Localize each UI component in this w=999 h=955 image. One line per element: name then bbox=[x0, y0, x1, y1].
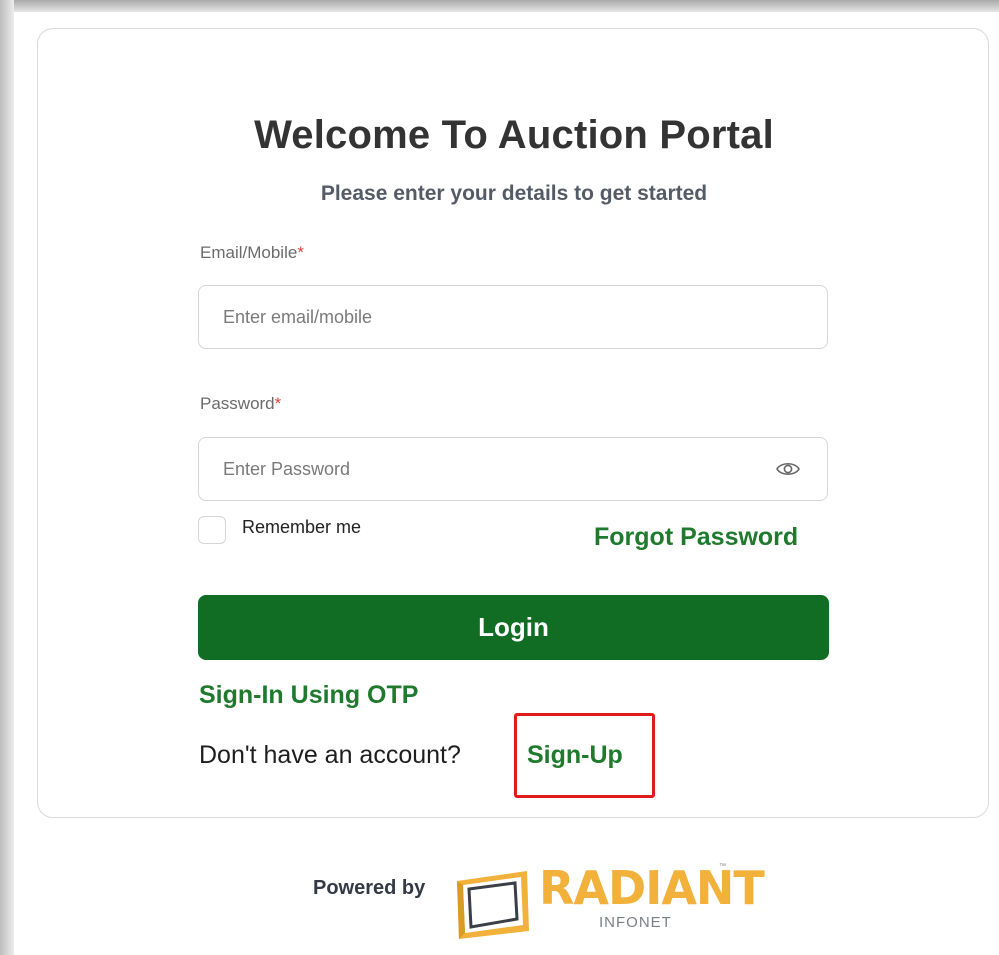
password-input[interactable] bbox=[199, 438, 759, 500]
logo-trademark: ™ bbox=[719, 863, 726, 870]
window-frame-top bbox=[0, 0, 999, 12]
password-label-text: Password bbox=[200, 394, 275, 413]
forgot-password-link[interactable]: Forgot Password bbox=[594, 523, 798, 552]
password-field-container bbox=[198, 437, 828, 501]
radiant-infonet-logo: RADIANT INFONET ™ bbox=[449, 861, 765, 947]
email-label: Email/Mobile* bbox=[200, 243, 304, 263]
email-label-text: Email/Mobile bbox=[200, 243, 298, 262]
page-subtitle: Please enter your details to get started bbox=[320, 182, 708, 205]
sign-up-link[interactable]: Sign-Up bbox=[527, 741, 623, 770]
logo-text: RADIANT bbox=[539, 861, 765, 915]
page-title: Welcome To Auction Portal bbox=[254, 113, 774, 157]
login-button[interactable]: Login bbox=[198, 595, 829, 660]
powered-by-text: Powered by bbox=[313, 877, 426, 899]
sign-in-otp-link[interactable]: Sign-In Using OTP bbox=[199, 681, 418, 710]
email-input[interactable] bbox=[199, 286, 759, 348]
password-required-mark: * bbox=[274, 394, 282, 413]
email-required-mark: * bbox=[297, 243, 304, 262]
radiant-logo-mark-icon bbox=[457, 871, 529, 939]
no-account-text: Don't have an account? bbox=[199, 741, 461, 769]
logo-subtext: INFONET bbox=[599, 914, 672, 931]
eye-icon[interactable] bbox=[775, 458, 801, 480]
email-field-container bbox=[198, 285, 828, 349]
password-label: Password* bbox=[200, 394, 281, 414]
remember-me-label: Remember me bbox=[242, 517, 362, 537]
remember-me-checkbox[interactable] bbox=[198, 516, 226, 544]
